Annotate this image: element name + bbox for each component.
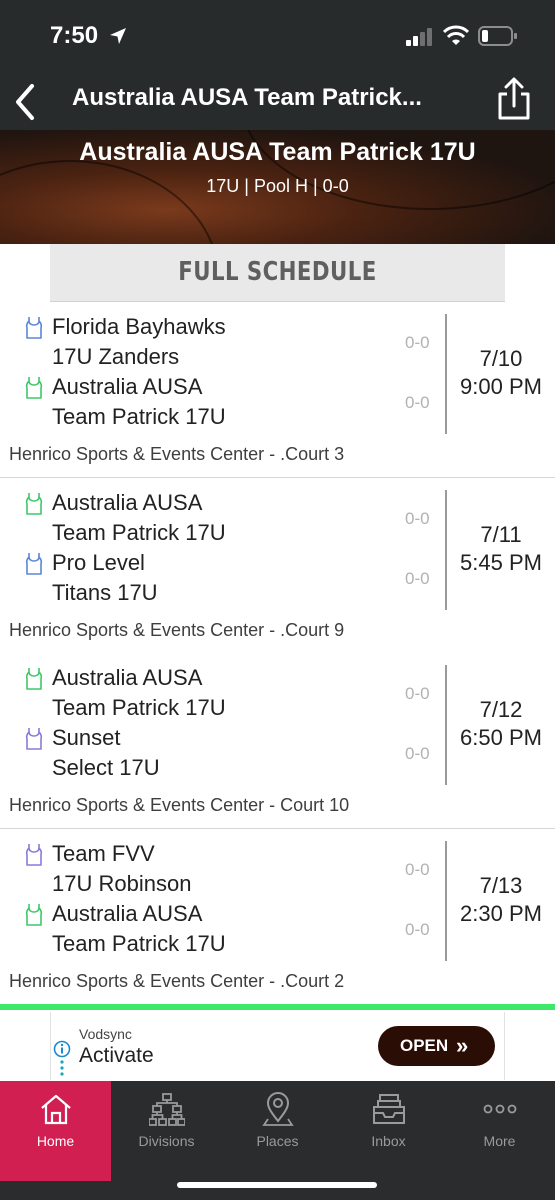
- game-venue: Henrico Sports & Events Center - .Court …: [9, 971, 345, 991]
- info-icon[interactable]: [53, 1040, 71, 1058]
- game-time: 6:50 PM: [460, 725, 542, 750]
- share-button[interactable]: [494, 76, 534, 122]
- status-bar: 7:50: [0, 0, 555, 70]
- green-divider: [0, 1004, 555, 1010]
- page-title: Australia AUSA Team Patrick...: [72, 84, 422, 111]
- game-time: 5:45 PM: [460, 550, 542, 575]
- team1-line1: Australia AUSA: [52, 490, 203, 515]
- jersey-icon: [25, 904, 43, 926]
- basketball-seam: [0, 160, 220, 244]
- team2-score: 0-0: [405, 920, 430, 939]
- team1-line2: Team Patrick 17U: [52, 695, 226, 720]
- game-time: 9:00 PM: [460, 374, 542, 399]
- game-date: 7/12: [479, 697, 523, 722]
- ad-advertiser: Vodsync: [79, 1026, 132, 1042]
- ad-banner[interactable]: Vodsync Activate OPEN »: [50, 1012, 505, 1080]
- tab-divisions-label: Divisions: [138, 1133, 195, 1149]
- game-row[interactable]: Australia AUSA Team Patrick 17U Pro Level T…: [0, 478, 555, 654]
- team1-line2: 17U Robinson: [52, 871, 192, 896]
- team1-line1: Team FVV: [52, 841, 155, 866]
- team1-score: 0-0: [405, 684, 430, 703]
- team2-score: 0-0: [405, 569, 430, 588]
- battery-icon: [478, 26, 517, 46]
- jersey-icon: [25, 377, 43, 399]
- status-time: 7:50: [50, 22, 99, 49]
- team1-line2: Team Patrick 17U: [52, 520, 226, 545]
- back-button[interactable]: [8, 78, 44, 122]
- location-arrow-icon: [110, 28, 126, 44]
- game-row[interactable]: Florida Bayhawks 17U Zanders Australia AUS…: [0, 302, 555, 478]
- team2-line1: Pro Level: [52, 550, 145, 575]
- jersey-icon: [25, 553, 43, 575]
- bracket-icon: [149, 1093, 185, 1126]
- top-bar: 7:50 Australia AUSA Team Patrick...: [0, 0, 555, 130]
- jersey-icon: [25, 493, 43, 515]
- team2-line1: Australia AUSA: [52, 374, 203, 399]
- home-icon: [41, 1094, 71, 1125]
- map-pin-icon: [262, 1092, 294, 1126]
- team2-line1: Sunset: [52, 725, 121, 750]
- game-venue: Henrico Sports & Events Center - .Court …: [9, 444, 345, 464]
- team1-line2: 17U Zanders: [52, 344, 180, 369]
- tab-home[interactable]: Home: [0, 1081, 111, 1181]
- vertical-dots-icon[interactable]: [60, 1060, 64, 1076]
- game-venue: Henrico Sports & Events Center - .Court …: [9, 620, 345, 640]
- tab-home-label: Home: [36, 1133, 75, 1149]
- team-meta: 17U | Pool H | 0-0: [206, 176, 349, 196]
- team2-line2: Team Patrick 17U: [52, 404, 226, 429]
- tab-divisions[interactable]: Divisions: [111, 1081, 222, 1181]
- tab-more[interactable]: More: [444, 1081, 555, 1181]
- game-venue: Henrico Sports & Events Center - Court 1…: [9, 795, 350, 815]
- jersey-icon: [25, 844, 43, 866]
- ad-open-label: OPEN: [400, 1036, 449, 1055]
- jersey-icon: [25, 668, 43, 690]
- wifi-icon: [443, 25, 469, 45]
- more-icon: [483, 1104, 517, 1114]
- team2-line2: Titans 17U: [52, 580, 158, 605]
- team-name: Australia AUSA Team Patrick 17U: [79, 138, 476, 166]
- double-chevron-right-icon: »: [456, 1033, 469, 1058]
- game-date: 7/11: [480, 522, 522, 547]
- game-row[interactable]: Team FVV 17U Robinson Australia AUSA Team P…: [0, 829, 555, 1005]
- game-date: 7/10: [479, 346, 523, 371]
- tab-more-label: More: [483, 1133, 516, 1149]
- team-banner: Australia AUSA Team Patrick 17U 17U | Po…: [0, 130, 555, 244]
- team1-score: 0-0: [405, 333, 430, 352]
- jersey-icon: [25, 728, 43, 750]
- cellular-signal-icon: [406, 28, 432, 46]
- game-time: 2:30 PM: [460, 901, 542, 926]
- jersey-icon: [25, 317, 43, 339]
- chevron-left-icon: [16, 84, 34, 120]
- team1-score: 0-0: [405, 860, 430, 879]
- team1-score: 0-0: [405, 509, 430, 528]
- team2-line2: Select 17U: [52, 755, 160, 780]
- game-row[interactable]: Australia AUSA Team Patrick 17U Sunset Sele…: [0, 653, 555, 829]
- team2-score: 0-0: [405, 744, 430, 763]
- team1-line1: Australia AUSA: [52, 665, 203, 690]
- tab-inbox[interactable]: Inbox: [333, 1081, 444, 1181]
- share-icon: [498, 77, 530, 120]
- team1-line1: Florida Bayhawks: [52, 314, 226, 339]
- tab-places-label: Places: [256, 1133, 299, 1149]
- team2-line2: Team Patrick 17U: [52, 931, 226, 956]
- navigation-bar: Australia AUSA Team Patrick...: [0, 72, 555, 128]
- game-date: 7/13: [479, 873, 523, 898]
- team2-score: 0-0: [405, 393, 430, 412]
- tab-inbox-label: Inbox: [371, 1133, 406, 1149]
- ad-headline: Activate: [79, 1044, 154, 1067]
- full-schedule-header: FULL SCHEDULE: [49, 244, 506, 302]
- team2-line1: Australia AUSA: [52, 901, 203, 926]
- ad-open-button[interactable]: OPEN »: [378, 1026, 495, 1066]
- home-indicator: [177, 1182, 377, 1188]
- inbox-icon: [373, 1094, 405, 1124]
- tab-places[interactable]: Places: [222, 1081, 333, 1181]
- full-schedule-title: FULL SCHEDULE: [178, 257, 377, 287]
